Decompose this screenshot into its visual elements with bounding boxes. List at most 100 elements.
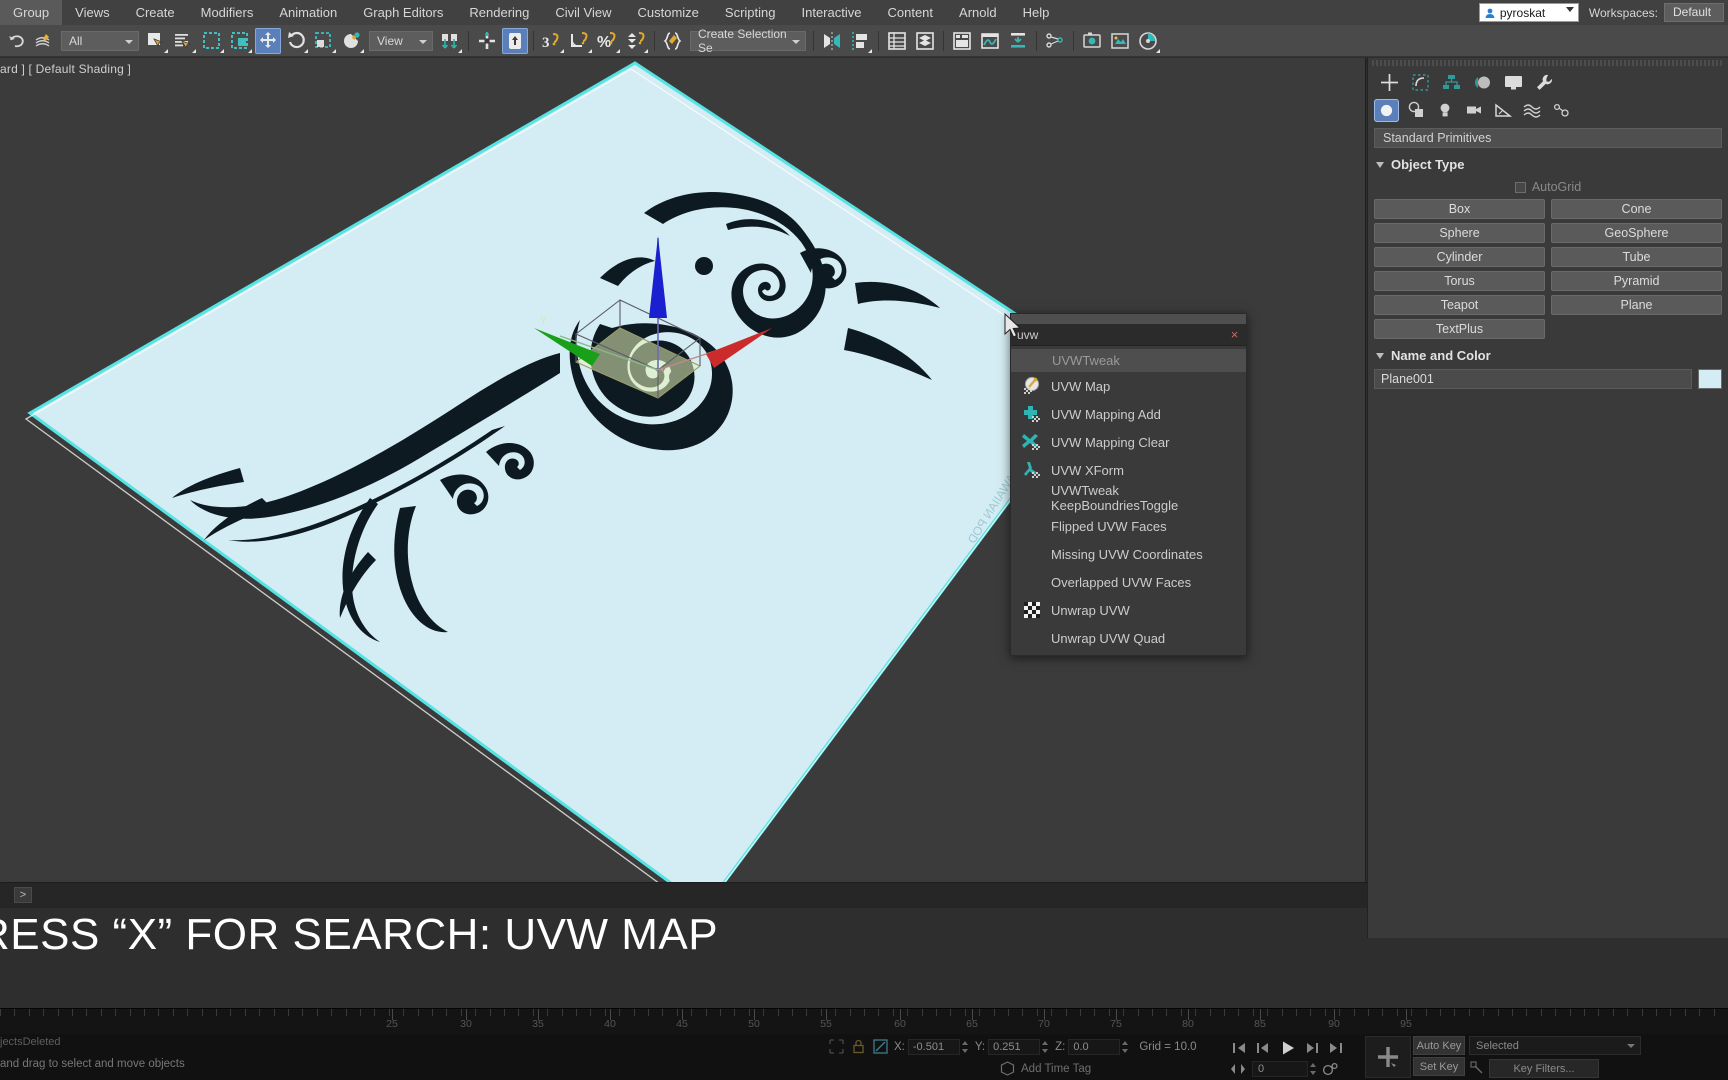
motion-tab-icon[interactable]: [1467, 70, 1498, 95]
render-setup-icon[interactable]: [1079, 28, 1105, 54]
panel-grip[interactable]: [1372, 60, 1724, 66]
track-bar[interactable]: >: [0, 882, 1367, 908]
coordinate-y-value[interactable]: 0.251: [988, 1038, 1041, 1055]
search-result-overlapped-uvw-faces[interactable]: Overlapped UVW Faces: [1011, 568, 1246, 596]
current-frame-field[interactable]: 0: [1252, 1061, 1308, 1077]
shapes-category-icon[interactable]: [1403, 99, 1428, 122]
timeline-ruler[interactable]: 25 30 35 40 45 50 55 60 65 70 75 80 85 90 95: [0, 1008, 1728, 1034]
open-mini-curve-editor-button[interactable]: >: [14, 887, 32, 903]
set-keys-button[interactable]: [1365, 1036, 1411, 1078]
menu-item-create[interactable]: Create: [123, 0, 188, 25]
workspace-selector[interactable]: Default: [1664, 3, 1724, 22]
spinner-snap-toggle-icon[interactable]: [623, 28, 649, 54]
create-tube-button[interactable]: Tube: [1551, 247, 1722, 267]
selection-lock-icon[interactable]: [850, 1038, 867, 1055]
coordinate-z-value[interactable]: 0.0: [1068, 1038, 1121, 1055]
lights-category-icon[interactable]: [1432, 99, 1457, 122]
create-cone-button[interactable]: Cone: [1551, 199, 1722, 219]
coordinate-x-value[interactable]: -0.501: [907, 1038, 960, 1055]
curve-editor-icon[interactable]: [977, 28, 1003, 54]
play-animation-button[interactable]: [1276, 1038, 1300, 1058]
menu-item-group[interactable]: Group: [0, 0, 63, 25]
object-name-field[interactable]: Plane001: [1374, 369, 1692, 389]
select-by-name-icon[interactable]: [171, 28, 197, 54]
search-result-uvw-xform[interactable]: UVW XForm: [1011, 456, 1246, 484]
cameras-category-icon[interactable]: [1461, 99, 1486, 122]
key-mode-icon[interactable]: [1230, 1062, 1248, 1076]
use-selection-center-icon[interactable]: [474, 28, 500, 54]
menu-item-graph-editors[interactable]: Graph Editors: [350, 0, 456, 25]
select-and-place-icon[interactable]: [339, 28, 365, 54]
reference-coordinate-combo[interactable]: View: [369, 30, 433, 51]
modify-tab-icon[interactable]: [1405, 70, 1436, 95]
menu-item-rendering[interactable]: Rendering: [456, 0, 542, 25]
create-tab-icon[interactable]: [1374, 70, 1405, 95]
go-to-end-button[interactable]: [1324, 1038, 1348, 1058]
search-result-flipped-uvw-faces[interactable]: Flipped UVW Faces: [1011, 512, 1246, 540]
create-plane-button[interactable]: Plane: [1551, 295, 1722, 315]
align-icon[interactable]: [847, 28, 873, 54]
auto-key-button[interactable]: Auto Key: [1413, 1036, 1465, 1055]
edit-named-selection-sets-icon[interactable]: [660, 28, 686, 54]
time-configuration-icon[interactable]: [1322, 1062, 1339, 1077]
menu-item-arnold[interactable]: Arnold: [946, 0, 1010, 25]
search-popup-titlebar[interactable]: [1011, 314, 1246, 324]
schematic-view-icon[interactable]: [1005, 28, 1031, 54]
menu-item-interactive[interactable]: Interactive: [789, 0, 875, 25]
user-account-combo[interactable]: pyroskat: [1478, 3, 1579, 22]
absolute-relative-toggle-icon[interactable]: [872, 1038, 889, 1055]
search-results-list[interactable]: UVWTweak UVW Map UVW Mapping Add UVW Map…: [1011, 346, 1246, 655]
create-textplus-button[interactable]: TextPlus: [1374, 319, 1545, 339]
search-input[interactable]: [1011, 324, 1201, 345]
undo-icon[interactable]: [3, 28, 29, 54]
select-and-link-icon[interactable]: [31, 28, 57, 54]
name-and-color-header[interactable]: Name and Color: [1368, 345, 1728, 366]
menu-item-content[interactable]: Content: [874, 0, 946, 25]
autogrid-row[interactable]: AutoGrid: [1368, 175, 1728, 199]
scene-explorer-icon[interactable]: [912, 28, 938, 54]
search-popup[interactable]: × UVWTweak UVW Map: [1010, 313, 1247, 656]
search-result-uvw-mapping-add[interactable]: UVW Mapping Add: [1011, 400, 1246, 428]
coordinate-y[interactable]: Y: 0.251: [975, 1038, 1049, 1055]
search-result-unwrap-uvw-quad[interactable]: Unwrap UVW Quad: [1011, 624, 1246, 652]
select-and-rotate-icon[interactable]: [283, 28, 309, 54]
material-editor-icon[interactable]: [1042, 28, 1068, 54]
render-frame-window-icon[interactable]: [1107, 28, 1133, 54]
add-time-tag[interactable]: Add Time Tag: [1000, 1061, 1091, 1076]
create-pyramid-button[interactable]: Pyramid: [1551, 271, 1722, 291]
coordinate-z[interactable]: Z: 0.0: [1055, 1038, 1129, 1055]
next-frame-button[interactable]: [1300, 1038, 1324, 1058]
set-key-button[interactable]: Set Key: [1413, 1057, 1465, 1076]
close-icon[interactable]: ×: [1227, 327, 1242, 342]
create-cylinder-button[interactable]: Cylinder: [1374, 247, 1545, 267]
systems-category-icon[interactable]: [1548, 99, 1573, 122]
selection-filter-combo[interactable]: All: [61, 30, 139, 51]
selection-lock-region-icon[interactable]: [828, 1038, 845, 1055]
hierarchy-tab-icon[interactable]: [1436, 70, 1467, 95]
render-production-icon[interactable]: [1135, 28, 1161, 54]
toggle-ribbon-icon[interactable]: [949, 28, 975, 54]
layer-explorer-icon[interactable]: [884, 28, 910, 54]
snaps-toggle-3d-icon[interactable]: 3: [539, 28, 565, 54]
menu-item-help[interactable]: Help: [1010, 0, 1063, 25]
mirror-icon[interactable]: [819, 28, 845, 54]
autogrid-checkbox[interactable]: [1514, 181, 1526, 193]
key-tangent-icon[interactable]: [1469, 1060, 1485, 1076]
create-geosphere-button[interactable]: GeoSphere: [1551, 223, 1722, 243]
named-selection-set-combo[interactable]: Create Selection Se: [690, 27, 806, 55]
menu-item-customize[interactable]: Customize: [625, 0, 712, 25]
search-result-unwrap-uvw[interactable]: Unwrap UVW: [1011, 596, 1246, 624]
select-and-move-icon[interactable]: [255, 27, 281, 54]
select-object-icon[interactable]: [143, 28, 169, 54]
search-input-row[interactable]: ×: [1011, 324, 1246, 346]
spinner-x[interactable]: [961, 1039, 969, 1055]
object-type-header[interactable]: Object Type: [1368, 154, 1728, 175]
helpers-category-icon[interactable]: [1490, 99, 1515, 122]
create-box-button[interactable]: Box: [1374, 199, 1545, 219]
angle-snap-toggle-icon[interactable]: [567, 28, 593, 54]
search-result-uvwtweak-keepboundriestoggle[interactable]: UVWTweak KeepBoundriesToggle: [1011, 483, 1246, 513]
create-torus-button[interactable]: Torus: [1374, 271, 1545, 291]
menu-item-civil-view[interactable]: Civil View: [542, 0, 624, 25]
rectangular-selection-region-icon[interactable]: [199, 28, 225, 54]
coordinate-x[interactable]: X: -0.501: [894, 1038, 969, 1055]
